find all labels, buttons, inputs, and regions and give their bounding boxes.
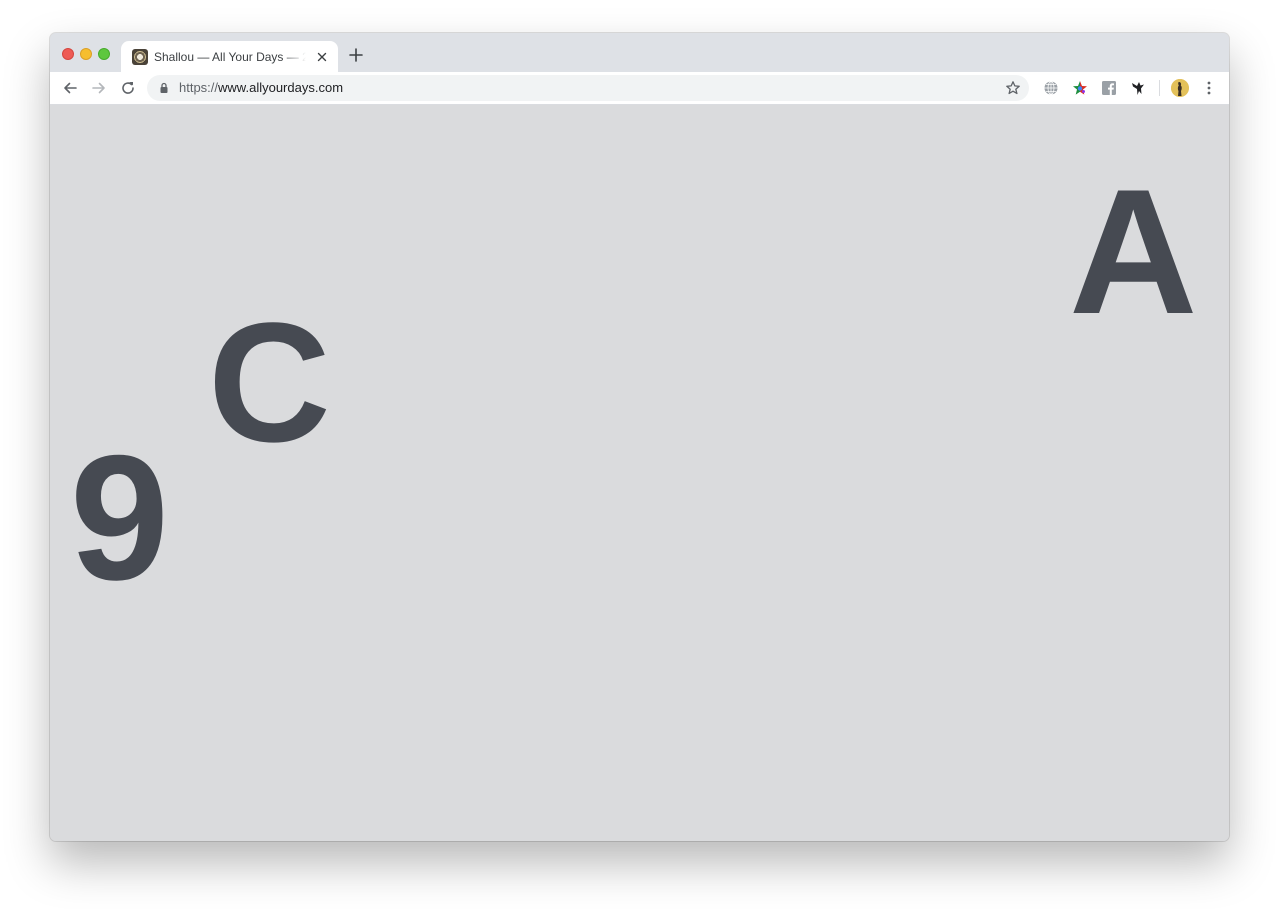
bird-icon[interactable] bbox=[1130, 80, 1146, 96]
album-art-favicon-icon bbox=[132, 49, 148, 65]
browser-toolbar: https://www.allyourdays.com bbox=[50, 72, 1229, 105]
bookmark-star-icon[interactable] bbox=[1005, 80, 1021, 96]
back-arrow-icon[interactable] bbox=[62, 80, 78, 96]
address-bar[interactable]: https://www.allyourdays.com bbox=[147, 75, 1029, 101]
browser-window: Shallou — All Your Days — 2019 https://w… bbox=[50, 33, 1229, 841]
window-close-button[interactable] bbox=[62, 48, 74, 60]
new-tab-plus-icon[interactable] bbox=[348, 47, 364, 63]
kebab-menu-icon[interactable] bbox=[1201, 80, 1217, 96]
window-maximize-button[interactable] bbox=[98, 48, 110, 60]
facebook-icon[interactable] bbox=[1101, 80, 1117, 96]
tab-active[interactable]: Shallou — All Your Days — 2019 bbox=[121, 41, 338, 72]
toolbar-separator bbox=[1159, 80, 1160, 96]
floating-letter-a: A bbox=[1069, 152, 1198, 351]
window-minimize-button[interactable] bbox=[80, 48, 92, 60]
colorful-star-icon[interactable] bbox=[1072, 80, 1088, 96]
url-scheme: https:// bbox=[179, 80, 219, 95]
floating-letter-c: C bbox=[208, 288, 331, 478]
profile-avatar[interactable] bbox=[1171, 79, 1189, 97]
forward-arrow-icon[interactable] bbox=[91, 80, 107, 96]
tab-close-icon[interactable] bbox=[315, 50, 329, 64]
lock-icon[interactable] bbox=[158, 82, 170, 94]
reload-icon[interactable] bbox=[120, 80, 136, 96]
floating-digit-9: 9 bbox=[70, 418, 169, 617]
tab-title: Shallou — All Your Days — 2019 bbox=[154, 50, 306, 64]
url-host: www.allyourdays.com bbox=[218, 80, 344, 95]
url-text[interactable]: https://www.allyourdays.com bbox=[179, 80, 343, 95]
globe-icon[interactable] bbox=[1043, 80, 1059, 96]
page-content: A C 9 bbox=[50, 105, 1229, 841]
tab-strip: Shallou — All Your Days — 2019 bbox=[50, 33, 1229, 72]
profile-silhouette-icon bbox=[1171, 79, 1189, 97]
